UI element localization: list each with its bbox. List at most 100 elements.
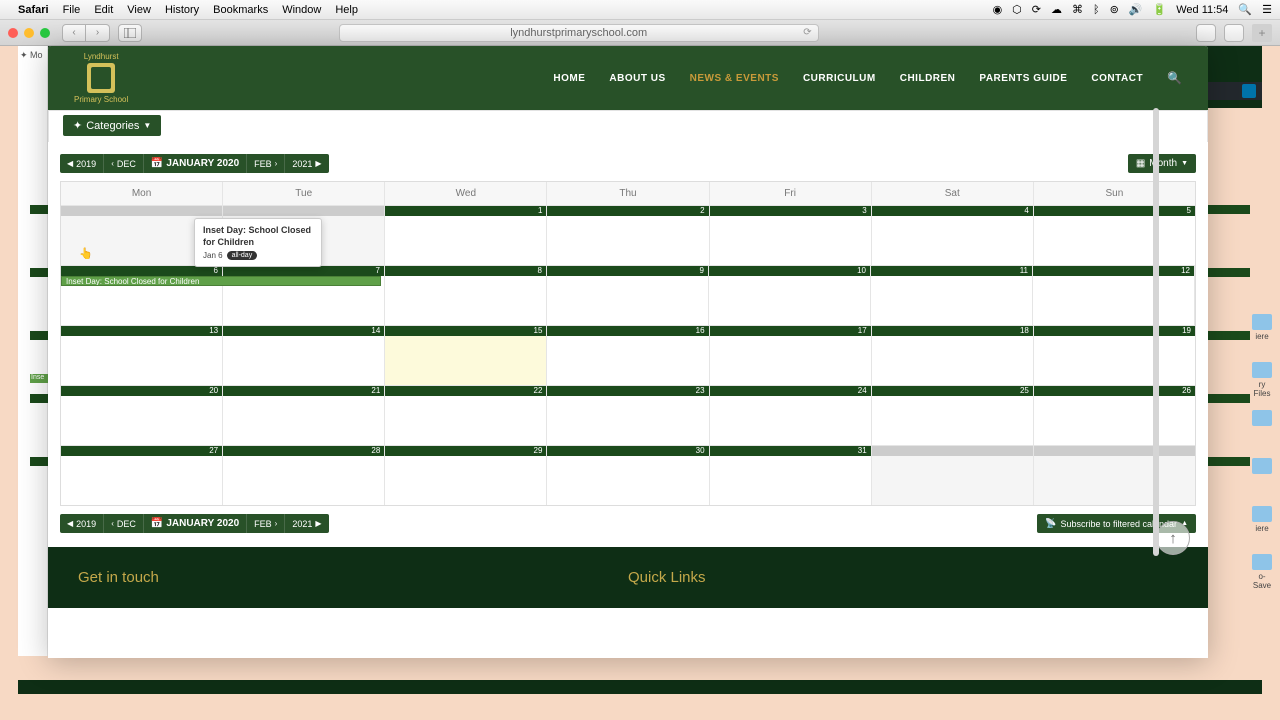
share-button[interactable] bbox=[1196, 24, 1216, 42]
next-year-button[interactable]: 2021▶ bbox=[285, 154, 328, 173]
calendar-cell[interactable]: 9 bbox=[547, 265, 709, 325]
calendar-cell[interactable]: 18 bbox=[872, 325, 1034, 385]
menubar-help[interactable]: Help bbox=[335, 4, 358, 16]
month-toolbar-top: ◀2019 ‹DEC 📅JANUARY 2020 FEB› 2021▶ ▦ Mo… bbox=[60, 154, 1196, 173]
calendar-cell[interactable] bbox=[1034, 445, 1195, 505]
calendar-cell[interactable]: 31 bbox=[710, 445, 872, 505]
forward-button[interactable]: › bbox=[86, 24, 110, 42]
calendar-cell[interactable]: 21 bbox=[223, 385, 385, 445]
caret-down-icon: ▼ bbox=[1181, 160, 1188, 167]
calendar-cell[interactable] bbox=[872, 445, 1034, 505]
menubar-window[interactable]: Window bbox=[282, 4, 321, 16]
sidebar-toggle-button[interactable] bbox=[118, 24, 142, 42]
back-button[interactable]: ‹ bbox=[62, 24, 86, 42]
calendar-cell[interactable]: 13 bbox=[61, 325, 223, 385]
desktop-folder[interactable]: o-Save bbox=[1250, 554, 1274, 590]
address-bar[interactable]: lyndhurstprimaryschool.com ⟳ bbox=[339, 24, 819, 42]
calendar-cell[interactable]: 11 bbox=[871, 265, 1033, 325]
menubar-file[interactable]: File bbox=[63, 4, 81, 16]
record-icon[interactable]: ◉ bbox=[993, 3, 1003, 16]
nav-about-us[interactable]: ABOUT US bbox=[609, 73, 665, 84]
calendar-cell[interactable]: 1 bbox=[385, 205, 547, 265]
bluetooth-icon[interactable]: ᛒ bbox=[1093, 4, 1100, 16]
desktop-folder[interactable] bbox=[1250, 458, 1274, 476]
reload-icon[interactable]: ⟳ bbox=[803, 27, 811, 38]
calendar-cell[interactable]: 30 bbox=[547, 445, 709, 505]
scroll-to-top-button[interactable]: ↑ bbox=[1156, 521, 1190, 555]
scrollbar[interactable] bbox=[1153, 108, 1159, 556]
categories-dropdown[interactable]: ✦ Categories ▼ bbox=[63, 115, 161, 136]
nav-curriculum[interactable]: CURRICULUM bbox=[803, 73, 876, 84]
prev-year-button-b[interactable]: ◀2019 bbox=[60, 514, 104, 533]
calendar-cell[interactable]: 22 bbox=[385, 385, 547, 445]
cloud-icon[interactable]: ☁ bbox=[1051, 3, 1062, 16]
desktop-folder[interactable]: iere bbox=[1250, 506, 1274, 533]
nav-children[interactable]: CHILDREN bbox=[900, 73, 956, 84]
menubar-history[interactable]: History bbox=[165, 4, 199, 16]
menubar-app[interactable]: Safari bbox=[18, 4, 49, 16]
battery-icon[interactable]: 🔋 bbox=[1153, 3, 1167, 16]
nav-contact[interactable]: CONTACT bbox=[1091, 73, 1143, 84]
current-month-label-b[interactable]: 📅JANUARY 2020 bbox=[144, 514, 247, 533]
calendar-cell[interactable]: 17 bbox=[710, 325, 872, 385]
event-bar[interactable]: Inset Day: School Closed for Children bbox=[61, 276, 381, 286]
calendar-cell[interactable]: 4 bbox=[872, 205, 1034, 265]
clock[interactable]: Wed 11:54 bbox=[1176, 4, 1228, 16]
desktop-folder[interactable]: iere bbox=[1250, 314, 1274, 341]
menubar-edit[interactable]: Edit bbox=[94, 4, 113, 16]
volume-icon[interactable]: 🔊 bbox=[1129, 3, 1143, 16]
calendar-cell[interactable]: 27 bbox=[61, 445, 223, 505]
calendar-cell[interactable]: 14 bbox=[223, 325, 385, 385]
close-window-button[interactable] bbox=[8, 28, 18, 38]
calendar-cell[interactable]: 25 bbox=[872, 385, 1034, 445]
site-logo[interactable]: Lyndhurst Primary School bbox=[74, 52, 128, 104]
cursor-icon: 👆 bbox=[79, 247, 93, 260]
prev-month-button[interactable]: ‹DEC bbox=[104, 154, 144, 173]
calendar-cell[interactable]: 8 bbox=[385, 265, 547, 325]
next-month-button-b[interactable]: FEB› bbox=[247, 514, 285, 533]
current-month-label[interactable]: 📅JANUARY 2020 bbox=[144, 154, 247, 173]
calendar-cell[interactable]: 12 bbox=[1033, 265, 1195, 325]
primary-nav: HOME ABOUT US NEWS & EVENTS CURRICULUM CHILD… bbox=[553, 71, 1182, 85]
nav-parents-guide[interactable]: PARENTS GUIDE bbox=[979, 73, 1067, 84]
calendar-cell[interactable]: 28 bbox=[223, 445, 385, 505]
prev-year-button[interactable]: ◀2019 bbox=[60, 154, 104, 173]
date-number: 8 bbox=[385, 266, 546, 276]
calendar-cell[interactable]: 24 bbox=[710, 385, 872, 445]
calendar-cell[interactable]: 7 bbox=[223, 265, 385, 325]
notification-icon[interactable]: ☰ bbox=[1262, 3, 1272, 16]
view-switcher[interactable]: ▦ Month ▼ bbox=[1128, 154, 1196, 173]
calendar-cell[interactable]: 15 bbox=[385, 325, 547, 385]
wifi-icon[interactable]: ⊚ bbox=[1110, 3, 1119, 16]
search-icon[interactable]: 🔍 bbox=[1167, 71, 1182, 85]
desktop-folder[interactable]: ry Files bbox=[1250, 362, 1274, 398]
new-tab-button[interactable]: + bbox=[1252, 24, 1272, 42]
calendar-cell[interactable]: 19 bbox=[1034, 325, 1195, 385]
calendar-cell[interactable]: 29 bbox=[385, 445, 547, 505]
hook-icon[interactable]: ⌘ bbox=[1072, 3, 1083, 16]
calendar-cell[interactable]: 23 bbox=[547, 385, 709, 445]
calendar-cell[interactable]: 6 bbox=[61, 265, 223, 325]
calendar-cell[interactable]: 2 bbox=[547, 205, 709, 265]
nav-news-events[interactable]: NEWS & EVENTS bbox=[690, 73, 779, 84]
maximize-window-button[interactable] bbox=[40, 28, 50, 38]
calendar-cell[interactable]: 3 bbox=[710, 205, 872, 265]
desktop-folder[interactable] bbox=[1250, 410, 1274, 428]
spotlight-icon[interactable]: 🔍 bbox=[1238, 3, 1252, 16]
wp-search-icon[interactable] bbox=[1242, 84, 1256, 98]
tabs-button[interactable] bbox=[1224, 24, 1244, 42]
nav-home[interactable]: HOME bbox=[553, 73, 585, 84]
menubar-bookmarks[interactable]: Bookmarks bbox=[213, 4, 268, 16]
minimize-window-button[interactable] bbox=[24, 28, 34, 38]
calendar-cell[interactable]: 5 bbox=[1034, 205, 1195, 265]
next-month-button[interactable]: FEB› bbox=[247, 154, 285, 173]
menubar-view[interactable]: View bbox=[127, 4, 151, 16]
prev-month-button-b[interactable]: ‹DEC bbox=[104, 514, 144, 533]
next-year-button-b[interactable]: 2021▶ bbox=[285, 514, 328, 533]
calendar-cell[interactable]: 10 bbox=[709, 265, 871, 325]
calendar-cell[interactable]: 26 bbox=[1034, 385, 1195, 445]
dropbox-icon[interactable]: ⬡ bbox=[1012, 3, 1022, 16]
calendar-cell[interactable]: 16 bbox=[547, 325, 709, 385]
sync-icon[interactable]: ⟳ bbox=[1032, 3, 1041, 16]
calendar-cell[interactable]: 20 bbox=[61, 385, 223, 445]
